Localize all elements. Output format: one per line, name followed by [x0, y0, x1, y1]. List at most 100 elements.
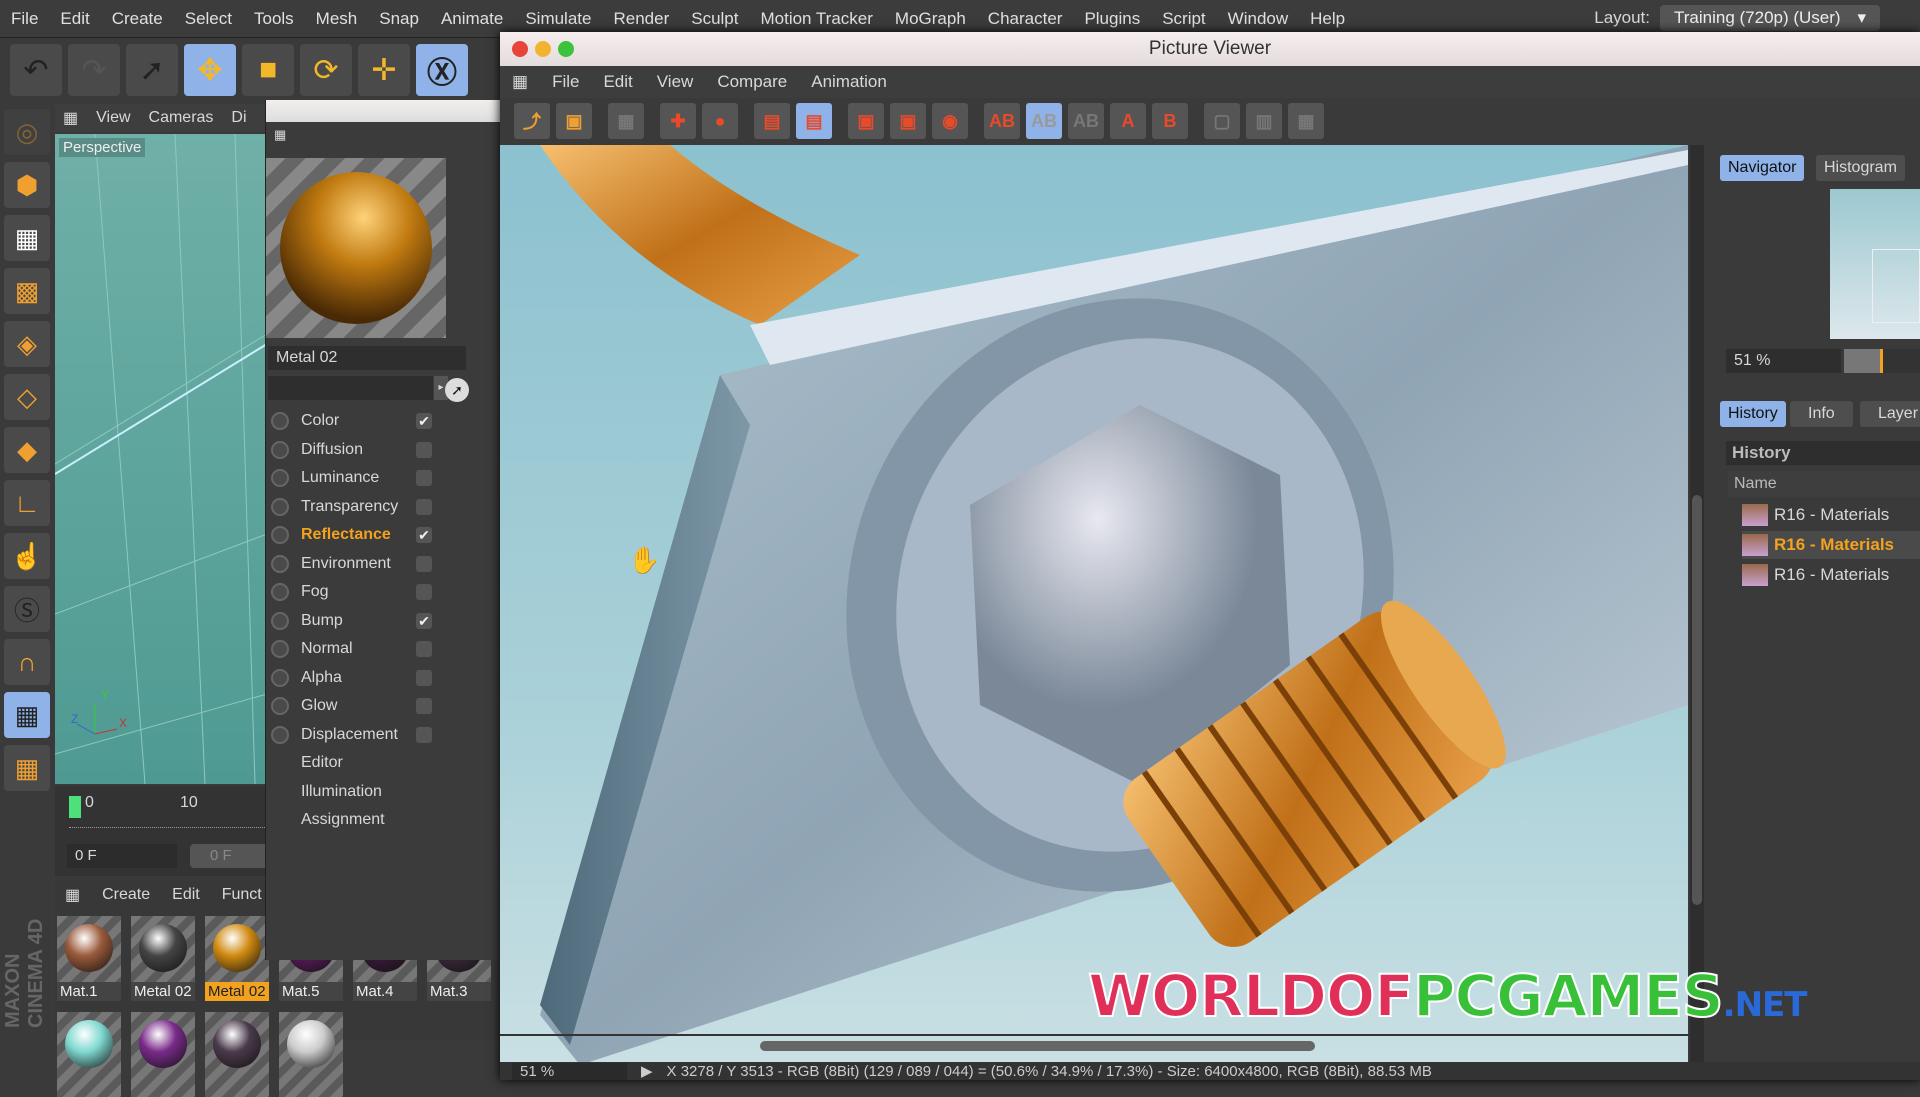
pv-menu-animation[interactable]: Animation [811, 72, 887, 92]
viewport-menu-display[interactable]: Di [231, 109, 246, 127]
texture-icon[interactable]: ▦ [4, 215, 50, 261]
channel-displacement[interactable]: Displacement [271, 722, 496, 748]
grid-icon[interactable]: ▦ [608, 103, 644, 139]
lock-workplane-icon[interactable]: ▦ [4, 692, 50, 738]
ab-compare-icon[interactable]: AB [984, 103, 1020, 139]
menu-window[interactable]: Window [1217, 9, 1299, 29]
select-arrow-icon[interactable]: ➚ [126, 44, 178, 96]
material-swatch[interactable] [279, 1012, 343, 1097]
material-path-field[interactable] [268, 376, 433, 400]
move-icon[interactable]: ✥ [184, 44, 236, 96]
channel-illumination[interactable]: Illumination [271, 779, 496, 805]
tab-layer[interactable]: Layer [1860, 401, 1920, 427]
channel-checkbox[interactable]: ✔ [416, 527, 432, 543]
navigator-zoom-slider[interactable] [1844, 349, 1920, 373]
channel-checkbox[interactable] [416, 698, 432, 714]
material-name-field[interactable]: Metal 02 [268, 346, 466, 370]
play-icon[interactable]: ▶ [641, 1062, 653, 1080]
quad-icon[interactable]: ▦ [1288, 103, 1324, 139]
layout-dropdown[interactable]: Training (720p) (User) ▾ [1660, 5, 1880, 31]
viewport-menu-view[interactable]: View [96, 109, 130, 127]
pv-menu-compare[interactable]: Compare [717, 72, 787, 92]
undo-icon[interactable]: ↶ [10, 44, 62, 96]
navigator-view-rect[interactable] [1872, 249, 1920, 323]
channel-checkbox[interactable] [416, 726, 432, 743]
menu-file[interactable]: File [0, 9, 49, 29]
channel-radio[interactable] [271, 640, 289, 658]
vertical-scrollbar[interactable] [1690, 145, 1704, 1065]
render-object-icon[interactable]: ● [702, 103, 738, 139]
edges-icon[interactable]: ◇ [4, 374, 50, 420]
channel-transparency[interactable]: Transparency [271, 494, 496, 520]
channel-environment[interactable]: Environment [271, 551, 496, 577]
channel-radio[interactable] [271, 583, 289, 601]
channel-radio[interactable] [271, 412, 289, 430]
menu-mograph[interactable]: MoGraph [884, 9, 977, 29]
history-item[interactable]: R16 - Materials [1742, 531, 1920, 559]
x-axis-icon[interactable]: Ⓧ [416, 44, 468, 96]
channel-checkbox[interactable] [416, 441, 432, 458]
pv-menu-view[interactable]: View [657, 72, 694, 92]
channel-fog[interactable]: Fog [271, 579, 496, 605]
channel-radio[interactable] [271, 469, 289, 487]
snapshot2-icon[interactable]: ▣ [890, 103, 926, 139]
polygons-icon[interactable]: ◆ [4, 427, 50, 473]
tab-info[interactable]: Info [1790, 401, 1853, 427]
channel-radio[interactable] [271, 497, 289, 516]
material-swatch[interactable]: Metal 02 [205, 916, 269, 1001]
timeline[interactable]: 0 10 0 F 0 F [55, 786, 270, 876]
matmgr-menu-function[interactable]: Funct [222, 886, 262, 904]
navigator-thumbnail[interactable] [1830, 189, 1920, 339]
menu-simulate[interactable]: Simulate [514, 9, 602, 29]
minimize-button[interactable] [535, 41, 551, 57]
playhead[interactable] [69, 796, 81, 818]
channel-checkbox[interactable] [416, 584, 432, 600]
menu-select[interactable]: Select [174, 9, 243, 29]
pick-cursor-icon[interactable]: ➚ [445, 378, 469, 402]
history-item[interactable]: R16 - Materials [1742, 561, 1920, 589]
channel-checkbox[interactable]: ✔ [416, 413, 432, 429]
render-active-icon[interactable]: ▤ [796, 103, 832, 139]
grid-icon[interactable]: ▩ [4, 268, 50, 314]
channel-alpha[interactable]: Alpha [271, 665, 496, 691]
open-icon[interactable]: ⤴ [514, 103, 550, 139]
menu-help[interactable]: Help [1299, 9, 1356, 29]
compare-icon[interactable]: ◉ [932, 103, 968, 139]
menu-animate[interactable]: Animate [430, 9, 514, 29]
scale-icon[interactable]: ■ [242, 44, 294, 96]
menu-create[interactable]: Create [101, 9, 174, 29]
menu-render[interactable]: Render [602, 9, 680, 29]
channel-radio[interactable] [271, 725, 289, 744]
channel-checkbox[interactable] [416, 470, 432, 486]
ab-split-icon[interactable]: AB [1026, 103, 1062, 139]
axis-icon[interactable]: ∟ [4, 480, 50, 526]
channel-bump[interactable]: Bump ✔ [271, 608, 496, 634]
channel-radio[interactable] [271, 554, 289, 573]
menu-edit[interactable]: Edit [49, 9, 100, 29]
tweak-icon[interactable]: ☝ [4, 533, 50, 579]
magnet-icon[interactable]: ∩ [4, 639, 50, 685]
tab-history[interactable]: History [1720, 401, 1786, 427]
viewport-menu-cameras[interactable]: Cameras [149, 109, 214, 127]
ab-swap-icon[interactable]: AB [1068, 103, 1104, 139]
pv-menu-edit[interactable]: Edit [603, 72, 632, 92]
save-icon[interactable]: ▣ [556, 103, 592, 139]
material-swatch[interactable] [131, 1012, 195, 1097]
start-frame-field[interactable]: 0 F [190, 844, 270, 868]
material-swatch[interactable] [205, 1012, 269, 1097]
channel-normal[interactable]: Normal [271, 636, 496, 662]
zoom-button[interactable] [558, 41, 574, 57]
render-image[interactable]: ✋ [500, 145, 1688, 1065]
channel-checkbox[interactable] [416, 498, 432, 515]
set-b-icon[interactable]: B [1152, 103, 1188, 139]
menu-tools[interactable]: Tools [243, 9, 305, 29]
tab-histogram[interactable]: Histogram [1816, 155, 1905, 181]
workplane-icon[interactable]: ▦ [4, 745, 50, 791]
split-icon[interactable]: ▥ [1246, 103, 1282, 139]
history-column-name[interactable]: Name [1728, 471, 1920, 497]
channel-checkbox[interactable]: ✔ [416, 612, 432, 629]
model-mode-icon[interactable]: ◎ [4, 109, 50, 155]
horizontal-scroll-thumb[interactable] [760, 1041, 1315, 1051]
channel-diffusion[interactable]: Diffusion [271, 437, 496, 463]
menu-plugins[interactable]: Plugins [1073, 9, 1151, 29]
